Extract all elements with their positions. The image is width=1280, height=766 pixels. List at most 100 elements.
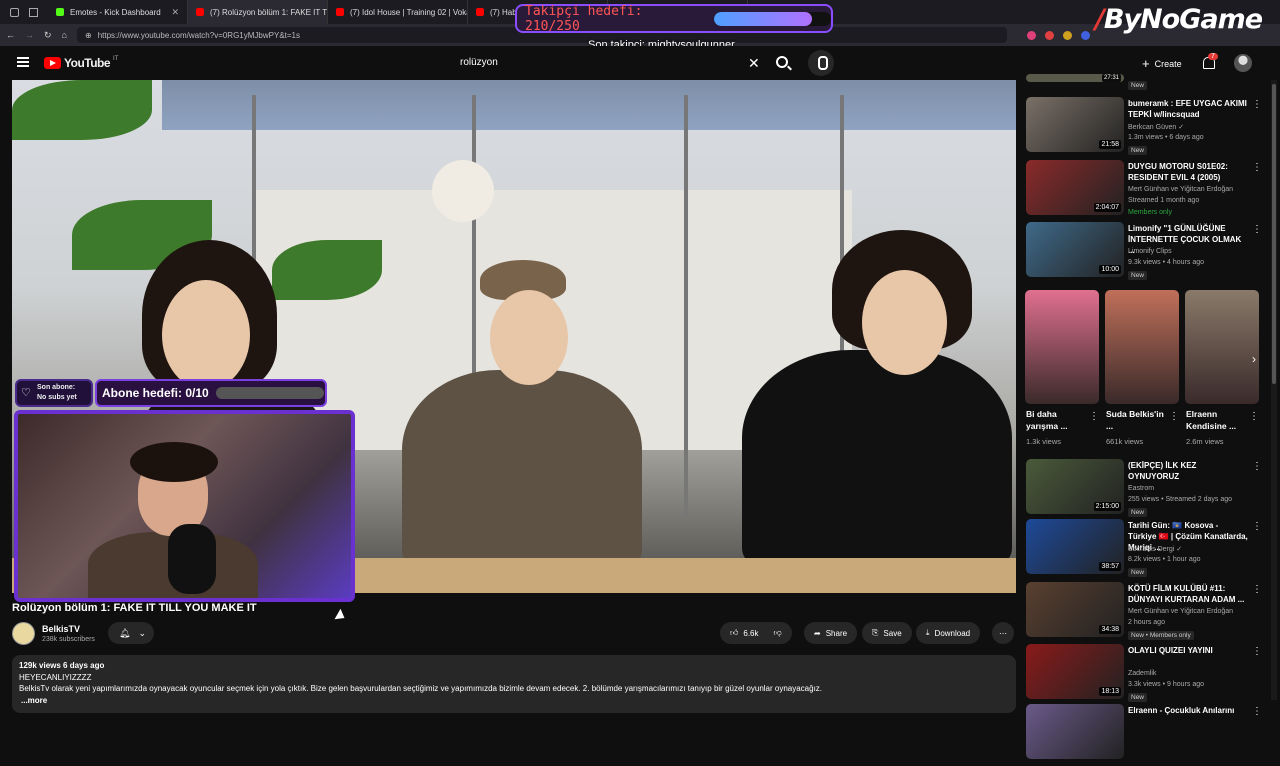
more-vertical-icon[interactable]: ⋮ [1252, 224, 1262, 235]
short-title[interactable]: Elraenn Kendisine ... [1186, 408, 1250, 432]
channel-avatar[interactable] [12, 622, 35, 645]
more-vertical-icon[interactable]: ⋮ [1252, 521, 1262, 532]
video-title[interactable]: KÖTÜ FİLM KULÜBÜ #11: DÜNYAYI KURTARAN A… [1128, 583, 1248, 605]
more-vertical-icon[interactable]: ⋮ [1252, 646, 1262, 657]
account-avatar[interactable] [1234, 54, 1252, 72]
extension-icon[interactable] [1044, 30, 1054, 40]
video-title[interactable]: OLAYLI QUIZEI YAYINI [1128, 645, 1248, 656]
forward-icon[interactable]: → [25, 30, 34, 40]
search-icon[interactable] [776, 56, 788, 68]
save-button[interactable]: ⎘ Save [862, 622, 912, 644]
browser-tab[interactable]: (7) Rolüzyon bölüm 1: FAKE IT TILL✕ [188, 0, 328, 24]
short-thumbnail[interactable] [1025, 290, 1099, 404]
video-title[interactable]: Elraenn - Çocukluk Anılarını [1128, 705, 1248, 716]
extension-icon[interactable] [1062, 30, 1072, 40]
video-person-face [490, 290, 568, 385]
site-info-icon[interactable]: ⊕ [85, 31, 92, 40]
channel-name[interactable]: Socrates Dergi ✓ [1128, 545, 1182, 553]
short-views: 661k views [1106, 437, 1144, 446]
video-badge: New [1128, 271, 1148, 280]
video-badge: New [1128, 146, 1148, 155]
tab-favicon-icon [196, 8, 204, 16]
video-title[interactable]: bumeramk : EFE UYGAC AKIMI TEPKİ w/lincs… [1128, 98, 1248, 120]
extension-icon[interactable] [1026, 30, 1036, 40]
subscribed-bell-button[interactable]: 🔔︎ ⌄ [108, 622, 154, 644]
share-button[interactable]: ➦ Share [804, 622, 858, 644]
video-meta: 255 views • Streamed 2 days ago [1128, 496, 1233, 503]
video-thumbnail: 10:00 [1026, 222, 1124, 277]
more-vertical-icon[interactable]: ⋮ [1169, 411, 1179, 422]
tab-list-icon[interactable] [29, 7, 38, 17]
video-badge: New [1128, 508, 1148, 517]
chevron-right-icon[interactable]: › [1252, 352, 1262, 366]
short-title[interactable]: Bi daha yarışma ... [1026, 408, 1090, 432]
channel-name[interactable]: BelkisTV [42, 624, 80, 634]
short-thumbnail[interactable] [1185, 290, 1259, 404]
reload-icon[interactable]: ↻ [44, 30, 52, 41]
workspace-icon[interactable] [10, 7, 19, 17]
more-vertical-icon[interactable]: ⋮ [1252, 162, 1262, 173]
recommendation-card[interactable]: 38:57 Tarihi Gün: 🇽🇰 Kosova - Türkiye 🇹🇷 … [1024, 519, 1270, 581]
recommendation-card[interactable]: 21:58 bumeramk : EFE UYGAC AKIMI TEPKİ w/… [1024, 97, 1270, 159]
show-more-link[interactable]: ...more [19, 695, 1009, 707]
search-input[interactable]: rolüzyon [460, 57, 498, 68]
description-line: BelkisTv olarak yeni yapımlarımızda oyna… [19, 684, 823, 693]
channel-name[interactable]: Mert Günhan ve Yiğitcan Erdoğan [1128, 186, 1233, 193]
video-thumbnail: 21:58 [1026, 97, 1124, 152]
video-thumbnail: 34:38 [1026, 582, 1124, 637]
more-vertical-icon[interactable]: ⋮ [1252, 706, 1262, 717]
last-sub-line2: No subs yet [37, 394, 77, 401]
short-title[interactable]: Suda Belkis'in ... [1106, 408, 1170, 432]
back-icon[interactable]: ← [6, 30, 15, 40]
channel-name[interactable]: Eastrom [1128, 485, 1154, 492]
download-button[interactable]: ⤓ Download [916, 622, 981, 644]
short-thumbnail[interactable] [1105, 290, 1179, 404]
like-dislike-button[interactable]: 👍︎ 6.6k 👎︎ [720, 622, 792, 644]
more-vertical-icon[interactable]: ⋮ [1249, 411, 1259, 422]
scrollbar-thumb[interactable] [1272, 84, 1276, 384]
browser-tab[interactable]: (7) Idol House | Training 02 | Vokal✕ [328, 0, 468, 24]
create-button[interactable]: + Create [1142, 56, 1182, 71]
last-sub-text: Son abone: No subs yet [37, 383, 77, 403]
channel-name[interactable]: Mert Günhan ve Yiğitcan Erdoğan [1128, 608, 1233, 615]
more-actions-button[interactable]: ⋯ [992, 622, 1014, 644]
video-title[interactable]: DUYGU MOTORU S01E02: RESIDENT EVIL 4 (20… [1128, 161, 1248, 183]
extension-icon[interactable] [1080, 30, 1090, 40]
clear-search-icon[interactable]: ✕ [748, 55, 760, 72]
tab-label: (7) Idol House | Training 02 | Vokal [350, 7, 468, 17]
tab-label: (7) Rolüzyon bölüm 1: FAKE IT TILL [210, 7, 328, 17]
recommendation-card[interactable]: Elraenn - Çocukluk Anılarını ⋮ [1024, 704, 1270, 766]
recommendation-card[interactable]: 34:38 KÖTÜ FİLM KULÜBÜ #11: DÜNYAYI KURTA… [1024, 582, 1270, 644]
views-date: 129k views 6 days ago [19, 661, 105, 670]
description-box[interactable]: 129k views 6 days ago HEYECANLIYIZZZZ Be… [12, 655, 1016, 713]
video-title[interactable]: (EKİPÇE) İLK KEZ OYNUYORUZ [1128, 460, 1248, 482]
more-vertical-icon[interactable]: ⋮ [1252, 584, 1262, 595]
menu-icon[interactable] [17, 57, 29, 67]
recommendation-card[interactable]: 2:15:00 (EKİPÇE) İLK KEZ OYNUYORUZ Eastrom… [1024, 459, 1270, 521]
video-thumbnail: 27:31 [1026, 74, 1124, 82]
channel-name[interactable]: Berkcan Güven ✓ [1128, 123, 1184, 131]
home-icon[interactable]: ⌂ [62, 30, 67, 40]
channel-name[interactable]: Zademlik [1128, 670, 1156, 677]
mic-icon[interactable] [808, 50, 834, 76]
more-vertical-icon[interactable]: ⋮ [1089, 411, 1099, 422]
tab-close-icon[interactable]: ✕ [171, 7, 179, 18]
bynogame-logo: /ByNoGame [1095, 4, 1263, 35]
download-icon: ⤓ [926, 628, 930, 637]
chevron-down-icon: ⌄ [138, 627, 146, 638]
youtube-logo[interactable]: YouTube IT [44, 56, 118, 70]
recommendation-card[interactable]: 2:04:07 DUYGU MOTORU S01E02: RESIDENT EVI… [1024, 160, 1270, 222]
recommendation-card[interactable]: 18:13 OLAYLI QUIZEI YAYINI Zademlik 3.3k vi… [1024, 644, 1270, 706]
video-meta: 8.2k views • 1 hour ago [1128, 556, 1201, 563]
video-person-middle [402, 370, 642, 570]
browser-tab[interactable]: Emotes - Kick Dashboard ✕ [48, 0, 188, 24]
channel-name[interactable]: Limonify Clips [1128, 248, 1172, 255]
region-code: IT [113, 56, 119, 62]
more-vertical-icon[interactable]: ⋮ [1252, 461, 1262, 472]
thumbs-down-icon[interactable]: 👎︎ [774, 628, 782, 638]
bell-icon: 🔔︎ [119, 627, 131, 638]
recommendation-card[interactable]: 27:31 New [1024, 74, 1270, 90]
recommendation-card[interactable]: 10:00 Limonify "1 GÜNLÜĞÜNE İNTERNETTE ÇO… [1024, 222, 1270, 284]
more-vertical-icon[interactable]: ⋮ [1252, 99, 1262, 110]
video-thumbnail: 2:04:07 [1026, 160, 1124, 215]
